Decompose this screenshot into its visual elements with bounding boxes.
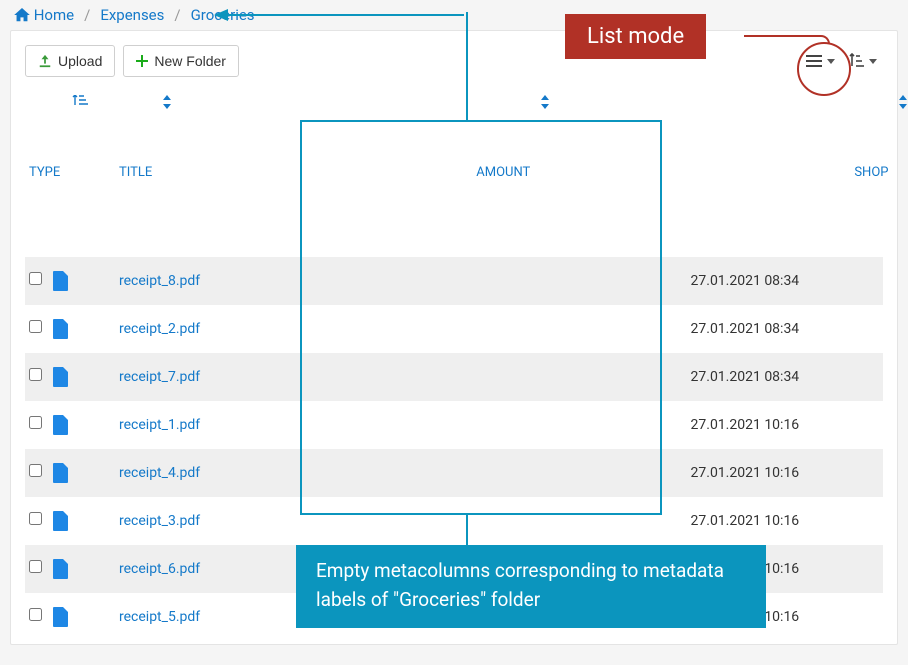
column-header-type[interactable]: TYPE: [29, 95, 119, 249]
breadcrumb-home[interactable]: Home: [14, 6, 74, 24]
cell-created: 27.01.2021 10:16: [691, 561, 879, 577]
file-icon: [52, 415, 70, 435]
breadcrumb-home-label: Home: [34, 6, 74, 24]
sort-icon: [847, 53, 865, 69]
table-row[interactable]: receipt_5.pdf 27.01.2021 10:16: [25, 593, 883, 641]
table-row[interactable]: receipt_7.pdf 27.01.2021 08:34: [25, 353, 883, 401]
cell-title: receipt_8.pdf: [119, 273, 326, 289]
file-icon: [52, 607, 70, 627]
cell-type: [29, 271, 119, 291]
column-header-shop[interactable]: SHOP: [854, 95, 908, 249]
row-checkbox[interactable]: [29, 416, 42, 429]
column-header-title[interactable]: TITLE: [119, 95, 476, 249]
row-checkbox[interactable]: [29, 320, 42, 333]
file-link[interactable]: receipt_2.pdf: [119, 321, 200, 337]
list-view-icon: [805, 53, 823, 69]
cell-type: [29, 463, 119, 483]
row-checkbox[interactable]: [29, 560, 42, 573]
cell-type: [29, 319, 119, 339]
table-header: TYPE TITLE AMOUNT SHOP DATE CREATED AT: [25, 95, 883, 257]
column-shop-label: SHOP: [854, 165, 888, 180]
cell-created: 27.01.2021 10:16: [691, 609, 879, 625]
cell-title: receipt_4.pdf: [119, 465, 326, 481]
caret-down-icon: [827, 59, 835, 64]
breadcrumb-expenses[interactable]: Expenses: [100, 6, 164, 24]
view-mode-toggle[interactable]: [799, 49, 841, 73]
cell-created: 27.01.2021 08:34: [691, 273, 879, 289]
cell-title: receipt_3.pdf: [119, 513, 326, 529]
plus-icon: [136, 55, 148, 67]
sort-icon: [898, 95, 908, 245]
sort-toggle[interactable]: [841, 49, 883, 73]
cell-type: [29, 559, 119, 579]
column-amount-label: AMOUNT: [476, 165, 530, 180]
table-row[interactable]: receipt_8.pdf 27.01.2021 08:34: [25, 257, 883, 305]
cell-created: 27.01.2021 08:34: [691, 321, 879, 337]
cell-title: receipt_1.pdf: [119, 417, 326, 433]
file-icon: [52, 367, 70, 387]
cell-title: receipt_5.pdf: [119, 609, 326, 625]
upload-button[interactable]: Upload: [25, 45, 115, 77]
file-link[interactable]: receipt_7.pdf: [119, 369, 200, 385]
column-title-label: TITLE: [119, 165, 152, 180]
toolbar: Upload New Folder: [25, 45, 883, 77]
row-checkbox[interactable]: [29, 608, 42, 621]
home-icon: [14, 8, 30, 22]
column-type-label: TYPE: [29, 165, 60, 180]
sort-icon: [162, 95, 462, 245]
row-checkbox[interactable]: [29, 368, 42, 381]
cell-created: 27.01.2021 10:16: [691, 513, 879, 529]
upload-label: Upload: [58, 53, 102, 69]
file-icon: [52, 319, 70, 339]
breadcrumb-groceries[interactable]: Groceries: [191, 6, 255, 24]
cell-title: receipt_6.pdf: [119, 561, 326, 577]
breadcrumb-sep: /: [174, 6, 180, 24]
caret-down-icon: [869, 59, 877, 64]
file-link[interactable]: receipt_8.pdf: [119, 273, 200, 289]
cell-title: receipt_7.pdf: [119, 369, 326, 385]
table-row[interactable]: receipt_3.pdf 27.01.2021 10:16: [25, 497, 883, 545]
new-folder-button[interactable]: New Folder: [123, 45, 239, 77]
main-panel: Upload New Folder: [10, 30, 898, 645]
file-icon: [52, 511, 70, 531]
new-folder-label: New Folder: [154, 53, 226, 69]
file-icon: [52, 463, 70, 483]
file-link[interactable]: receipt_1.pdf: [119, 417, 200, 433]
cell-type: [29, 511, 119, 531]
table-row[interactable]: receipt_4.pdf 27.01.2021 10:16: [25, 449, 883, 497]
cell-title: receipt_2.pdf: [119, 321, 326, 337]
row-checkbox[interactable]: [29, 512, 42, 525]
table-row[interactable]: receipt_6.pdf 27.01.2021 10:16: [25, 545, 883, 593]
cell-created: 27.01.2021 10:16: [691, 417, 879, 433]
file-icon: [52, 271, 70, 291]
file-icon: [52, 559, 70, 579]
file-link[interactable]: receipt_3.pdf: [119, 513, 200, 529]
row-checkbox[interactable]: [29, 272, 42, 285]
table-row[interactable]: receipt_2.pdf 27.01.2021 08:34: [25, 305, 883, 353]
column-header-amount[interactable]: AMOUNT: [476, 95, 854, 249]
cell-type: [29, 607, 119, 627]
table-row[interactable]: receipt_1.pdf 27.01.2021 10:16: [25, 401, 883, 449]
sort-icon: [540, 95, 840, 245]
table-body: receipt_8.pdf27.01.2021 08:34receipt_2.p…: [25, 257, 883, 641]
file-link[interactable]: receipt_4.pdf: [119, 465, 200, 481]
breadcrumb-sep: /: [84, 6, 90, 24]
upload-icon: [38, 54, 52, 68]
breadcrumb: Home / Expenses / Groceries: [0, 0, 908, 30]
file-link[interactable]: receipt_6.pdf: [119, 561, 200, 577]
file-link[interactable]: receipt_5.pdf: [119, 609, 200, 625]
cell-created: 27.01.2021 08:34: [691, 369, 879, 385]
row-checkbox[interactable]: [29, 464, 42, 477]
cell-type: [29, 367, 119, 387]
cell-created: 27.01.2021 10:16: [691, 465, 879, 481]
cell-type: [29, 415, 119, 435]
